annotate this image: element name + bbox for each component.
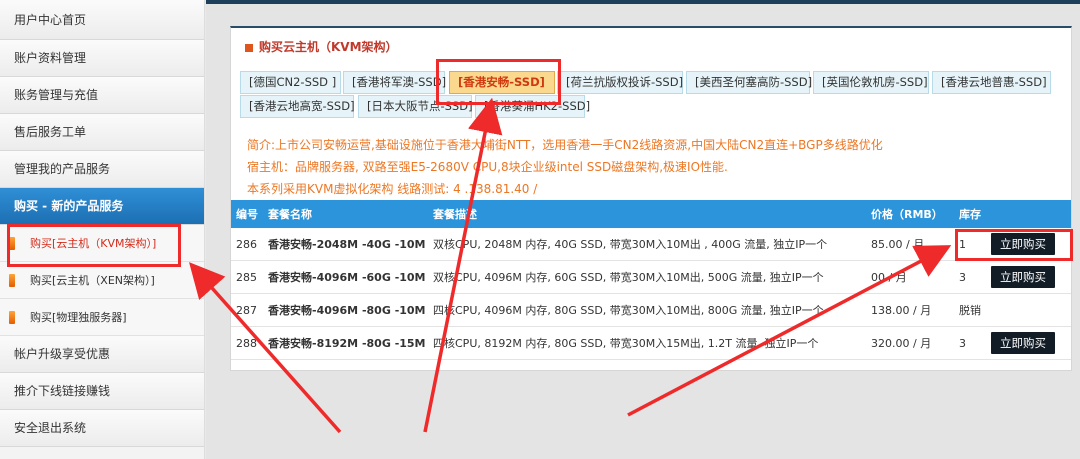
- cell-price: 00 / 月: [871, 271, 907, 284]
- description-line: 本系列采用KVM虚拟化架构 线路测试: 4 .138.81.40 /: [247, 182, 538, 196]
- header-stock: 库存: [959, 208, 981, 221]
- sidebar-item-tickets[interactable]: 售后服务工单: [0, 114, 204, 151]
- cell-name: 香港安畅-4096M -60G -10M: [268, 271, 426, 284]
- cell-desc: 双核CPU, 2048M 内存, 40G SSD, 带宽30M入10M出 , 4…: [433, 238, 828, 251]
- tab-hk-yundi-gaokuan[interactable]: [香港云地高宽-SSD]: [240, 95, 355, 118]
- buy-cell: 立即购买: [991, 261, 1071, 293]
- description: 简介:上市公司安畅运营,基础设施位于香港大埔街NTT，选用香港一手CN2线路资源…: [247, 134, 883, 200]
- sidebar-subitem-label: 购买[云主机（XEN架构）]: [30, 274, 155, 287]
- sidebar-subitem-dedicated[interactable]: 购买[物理独服务器]: [0, 299, 204, 336]
- header-desc: 套餐描述: [433, 208, 477, 221]
- table-row: 287 香港安畅-4096M -80G -10M 四核CPU, 4096M 内存…: [231, 294, 1071, 327]
- header-name: 套餐名称: [268, 208, 312, 221]
- sidebar-item-home[interactable]: 用户中心首页: [0, 0, 204, 40]
- description-line: 宿主机：品牌服务器, 双路至强E5-2680V CPU,8块企业级intel S…: [247, 160, 728, 174]
- cell-price: 138.00 / 月: [871, 304, 932, 317]
- cell-id: 285: [236, 270, 257, 284]
- table-row: 285 香港安畅-4096M -60G -10M 双核CPU, 4096M 内存…: [231, 261, 1071, 294]
- cell-price: 320.00 / 月: [871, 337, 932, 350]
- cell-price: 85.00 / 月: [871, 238, 925, 251]
- table-row: 288 香港安畅-8192M -80G -15M 四核CPU, 8192M 内存…: [231, 327, 1071, 360]
- cell-desc: 四核CPU, 4096M 内存, 80G SSD, 带宽30M入10M出, 80…: [433, 304, 824, 317]
- tab-netherlands[interactable]: [荷兰抗版权投诉-SSD]: [557, 71, 683, 94]
- cell-stock: 脱销: [959, 304, 981, 317]
- description-line: 简介:上市公司安畅运营,基础设施位于香港大埔街NTT，选用香港一手CN2线路资源…: [247, 138, 883, 152]
- cell-stock: 3: [959, 270, 966, 284]
- panel-title: 购买云主机（KVM架构）: [245, 38, 398, 55]
- tab-hk-kwai-chung[interactable]: [香港葵涌HK2-SSD]: [475, 95, 590, 118]
- cell-name: 香港安畅-2048M -40G -10M: [268, 238, 426, 251]
- sidebar: 用户中心首页 账户资料管理 账务管理与充值 售后服务工单 管理我的产品服务 购买…: [0, 0, 205, 459]
- bullet-icon: [9, 237, 15, 250]
- bullet-icon: [9, 311, 15, 324]
- buy-now-button[interactable]: 立即购买: [991, 233, 1055, 255]
- cell-id: 287: [236, 303, 257, 317]
- buy-now-button[interactable]: 立即购买: [991, 266, 1055, 288]
- sidebar-item-referral[interactable]: 推介下线链接赚钱: [0, 373, 204, 410]
- tab-hk-tseung-kwan-o[interactable]: [香港将军澳-SSD]: [343, 71, 446, 94]
- tab-japan-osaka[interactable]: [日本大阪节点-SSD]: [358, 95, 473, 118]
- sidebar-subitem-label: 购买[物理独服务器]: [30, 311, 127, 324]
- buy-now-button[interactable]: 立即购买: [991, 332, 1055, 354]
- purchase-panel: 购买云主机（KVM架构） [德国CN2-SSD ] [香港将军澳-SSD] [香…: [230, 26, 1072, 371]
- cell-name: 香港安畅-8192M -80G -15M: [268, 337, 426, 350]
- cell-desc: 双核CPU, 4096M 内存, 60G SSD, 带宽30M入10M出, 50…: [433, 271, 824, 284]
- table-row: 286 香港安畅-2048M -40G -10M 双核CPU, 2048M 内存…: [231, 228, 1071, 261]
- sidebar-subitem-label: 购买[云主机（KVM架构）]: [30, 237, 157, 250]
- sidebar-subitem-kvm[interactable]: 购买[云主机（KVM架构）]: [0, 225, 204, 262]
- buy-cell: 立即购买: [991, 228, 1071, 260]
- plans-table: 编号 套餐名称 套餐描述 价格（RMB） 库存 286 香港安畅-2048M -…: [231, 200, 1071, 360]
- cell-id: 286: [236, 237, 257, 251]
- tab-hk-anchang[interactable]: [香港安畅-SSD]: [449, 71, 555, 94]
- tab-hk-yundi-puhui[interactable]: [香港云地普惠-SSD]: [932, 71, 1051, 94]
- square-icon: [245, 43, 253, 52]
- bullet-icon: [9, 274, 15, 287]
- table-header: 编号 套餐名称 套餐描述 价格（RMB） 库存: [231, 200, 1071, 228]
- cell-stock: 3: [959, 336, 966, 350]
- tab-uk-london[interactable]: [英国伦敦机房-SSD]: [813, 71, 929, 94]
- sidebar-item-logout[interactable]: 安全退出系统: [0, 410, 204, 447]
- tab-us-san-jose[interactable]: [美西圣何塞高防-SSD]: [686, 71, 812, 94]
- cell-id: 288: [236, 336, 257, 350]
- sidebar-subitem-xen[interactable]: 购买[云主机（XEN架构）]: [0, 262, 204, 299]
- buy-cell: 立即购买: [991, 327, 1071, 359]
- tab-germany-cn2[interactable]: [德国CN2-SSD ]: [240, 71, 341, 94]
- sidebar-item-billing[interactable]: 账务管理与充值: [0, 77, 204, 114]
- header-id: 编号: [236, 208, 258, 221]
- header-price: 价格（RMB）: [871, 208, 943, 221]
- cell-desc: 四核CPU, 8192M 内存, 80G SSD, 带宽30M入15M出, 1.…: [433, 337, 819, 350]
- top-bar: [206, 0, 1080, 4]
- panel-title-text: 购买云主机（KVM架构）: [259, 40, 398, 54]
- cell-stock: 1: [959, 237, 966, 251]
- cell-name: 香港安畅-4096M -80G -10M: [268, 304, 426, 317]
- sidebar-item-manage-products[interactable]: 管理我的产品服务: [0, 151, 204, 188]
- sidebar-item-buy-new[interactable]: 购买 - 新的产品服务: [0, 188, 204, 225]
- sidebar-item-upgrade[interactable]: 帐户升级享受优惠: [0, 336, 204, 373]
- sidebar-item-profile[interactable]: 账户资料管理: [0, 40, 204, 77]
